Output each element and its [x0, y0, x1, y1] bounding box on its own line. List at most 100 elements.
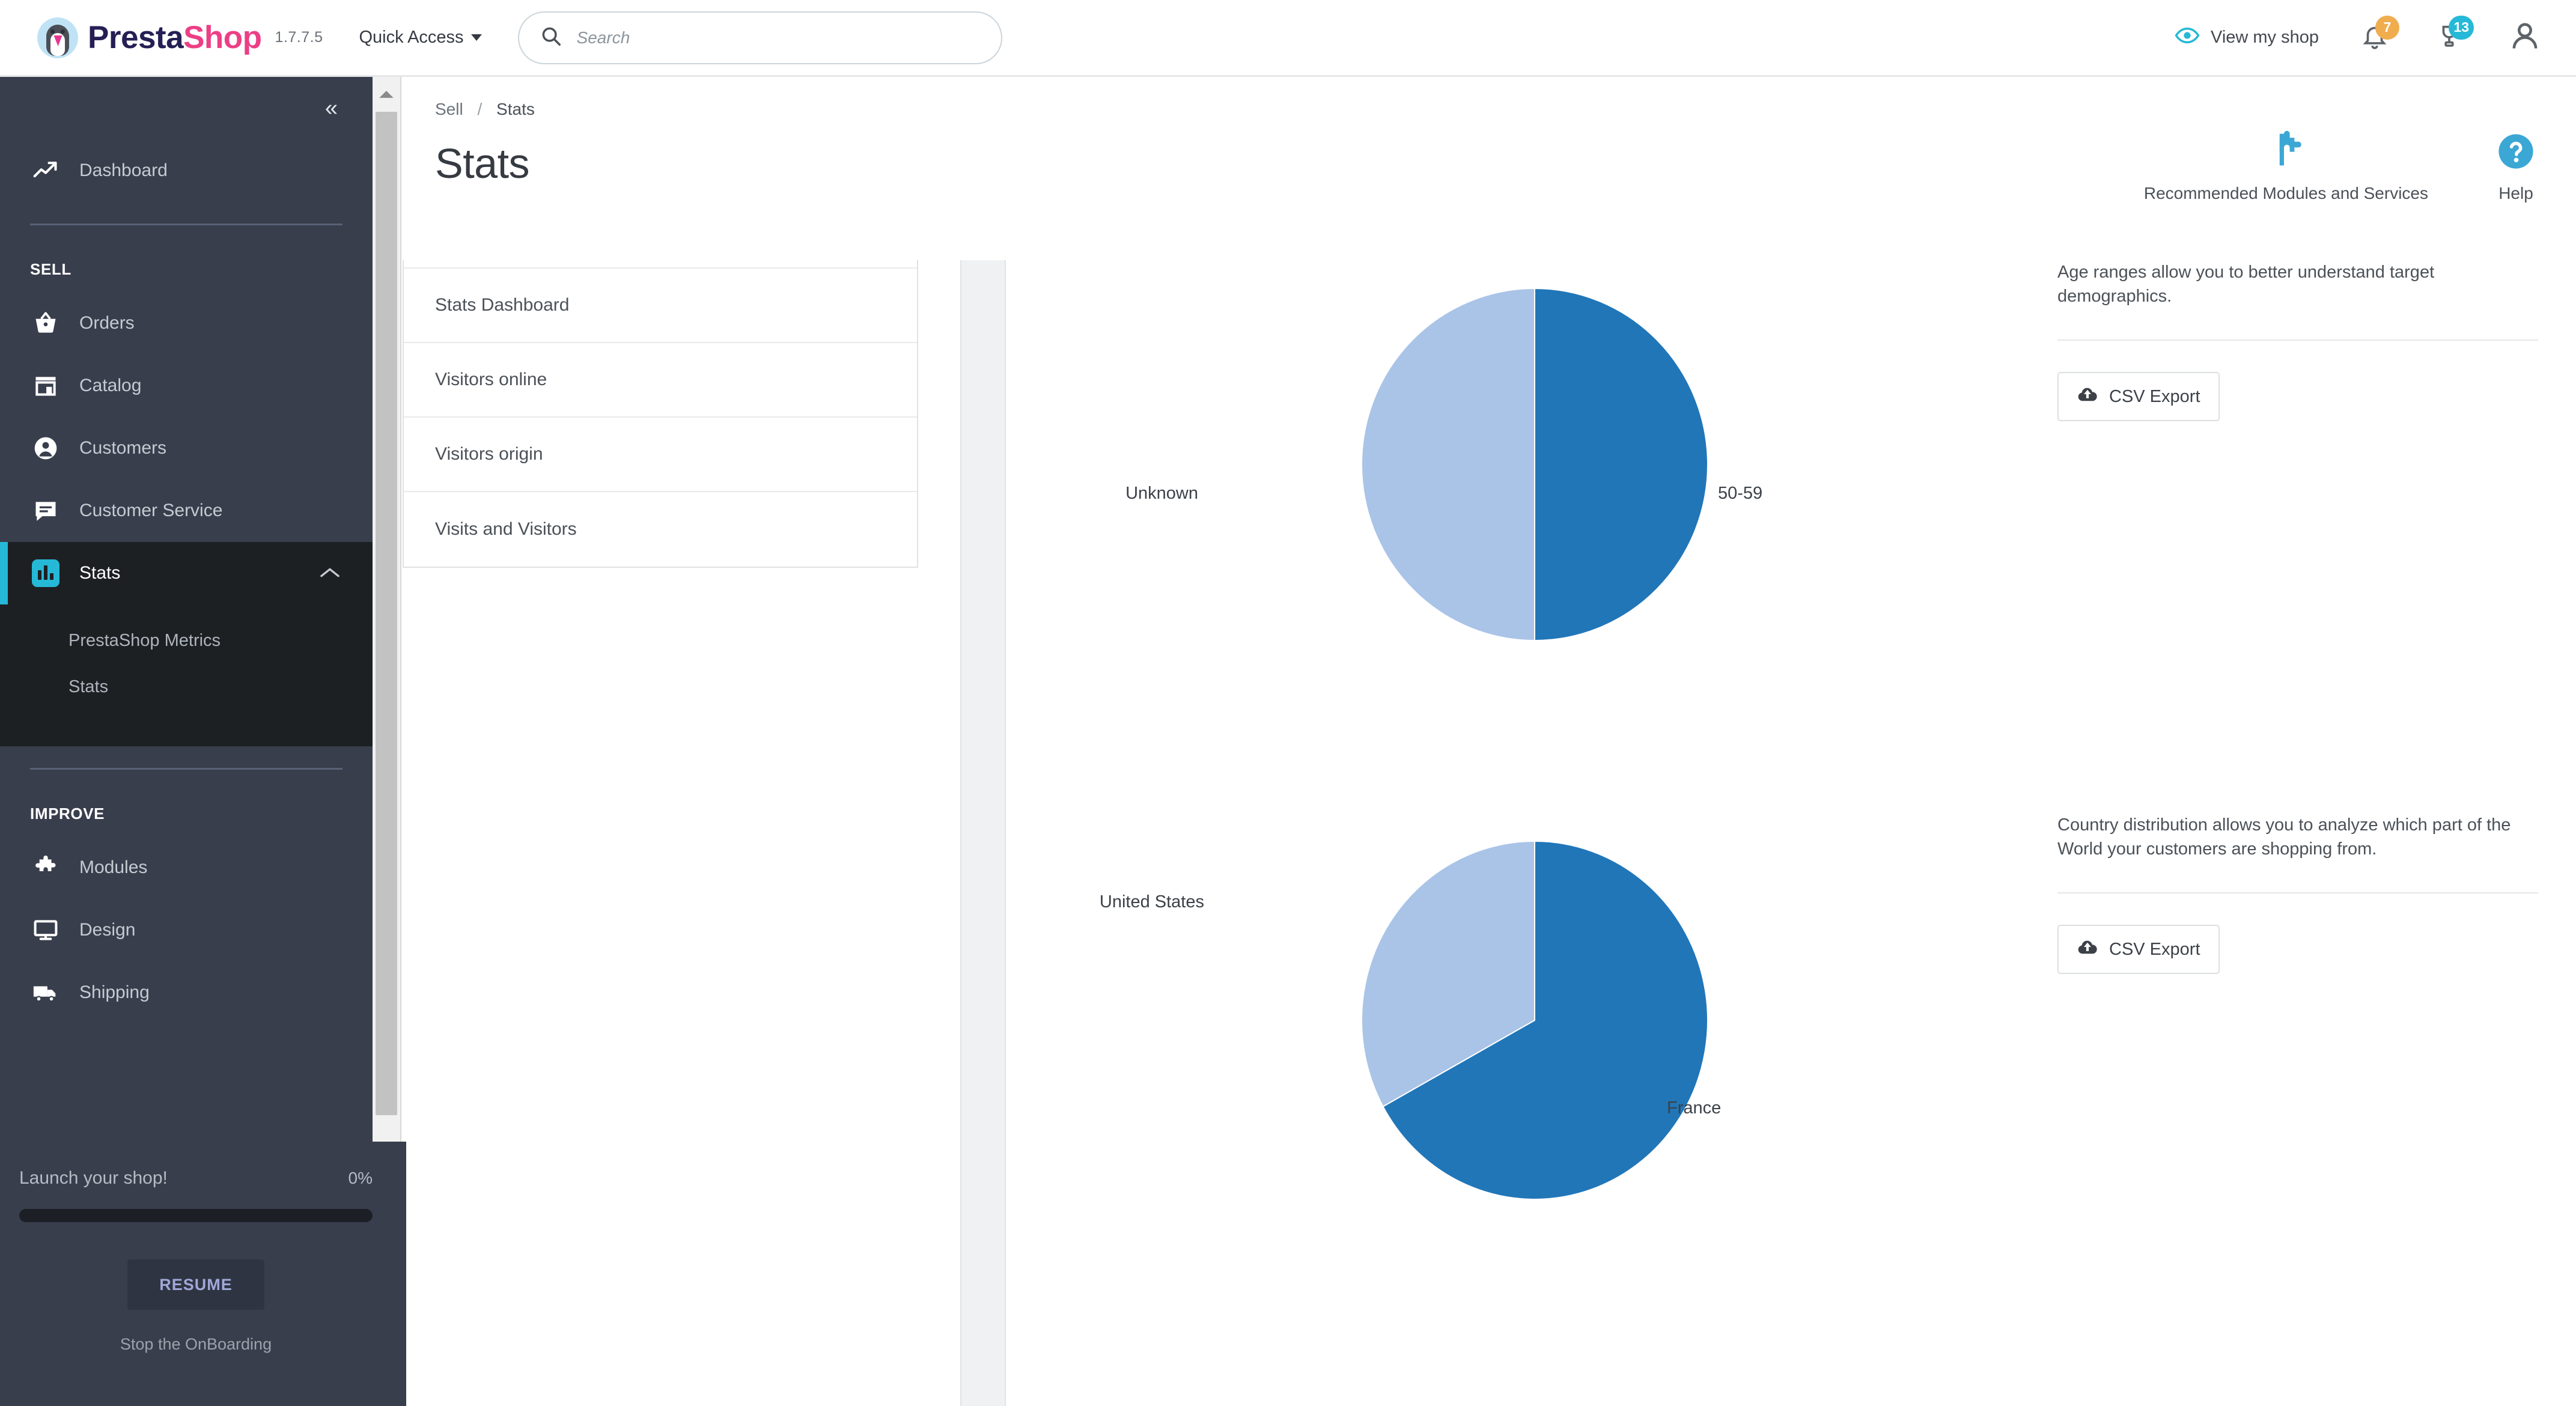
country-pie-svg [1361, 840, 1708, 1200]
chevron-down-icon [470, 34, 482, 41]
stats-nav-cap [404, 260, 917, 269]
orders-badge: 13 [2449, 15, 2474, 40]
store-icon [30, 373, 61, 399]
cloud-upload-icon [2077, 938, 2098, 961]
sidebar-item-orders[interactable]: Orders [0, 292, 373, 355]
sidebar-item-label: Dashboard [79, 160, 168, 180]
sidebar-item-stats[interactable]: Stats [0, 542, 373, 604]
sidebar-item-modules[interactable]: Modules [0, 836, 373, 899]
age-ranges-chart [1360, 287, 1709, 642]
breadcrumb-stats[interactable]: Stats [496, 100, 535, 118]
notifications-badge: 7 [2375, 15, 2399, 40]
sidebar-item-design[interactable]: Design [0, 899, 373, 961]
age-ranges-description-column: Age ranges allow you to better understan… [2057, 260, 2538, 422]
csv-export-button-age[interactable]: CSV Export [2057, 372, 2220, 422]
page-container: Sell / Stats Stats Recommended Modules a… [403, 77, 2576, 1406]
country-distribution-chart [1360, 840, 1709, 1201]
stats-nav-item-visitors-online[interactable]: Visitors online [404, 343, 917, 418]
help-icon [2496, 123, 2536, 180]
stats-nav-item-dashboard[interactable]: Stats Dashboard [404, 269, 917, 343]
eye-icon [2175, 23, 2200, 53]
chat-icon [30, 498, 61, 524]
collapse-sidebar-icon[interactable]: « [325, 97, 338, 120]
search-input[interactable] [576, 28, 981, 47]
search-box[interactable] [517, 11, 1002, 64]
brand-wordmark: PrestaShop [88, 19, 262, 56]
user-avatar-button[interactable] [2507, 19, 2542, 56]
stats-nav-item-visits-and-visitors[interactable]: Visits and Visitors [404, 492, 917, 567]
sidebar-item-dashboard[interactable]: Dashboard [0, 139, 373, 202]
sidebar-section-sell: SELL [30, 260, 72, 278]
pie2-label-left: United States [1099, 892, 1204, 911]
monitor-icon [30, 917, 61, 943]
pie1-label-left: Unknown [1125, 484, 1198, 503]
sidebar-subitem-stats[interactable]: Stats [0, 664, 373, 710]
search-icon [540, 25, 562, 50]
brand-shop: Shop [183, 20, 262, 55]
trending-up-icon [30, 157, 61, 184]
country-description-column: Country distribution allows you to analy… [2057, 813, 2538, 975]
stop-onboarding-link[interactable]: Stop the OnBoarding [19, 1335, 373, 1354]
sidebar-collapse-row: « [0, 77, 373, 139]
sidebar-item-catalog[interactable]: Catalog [0, 355, 373, 417]
notifications-button[interactable]: 7 [2356, 15, 2399, 56]
basket-icon [30, 310, 61, 336]
page-toolbar: Recommended Modules and Services Help [2144, 123, 2552, 203]
pie-slice [1361, 287, 1535, 642]
sidebar-subitem-prestashop-metrics[interactable]: PrestaShop Metrics [0, 618, 373, 664]
pie-slice [1534, 287, 1708, 642]
truck-icon [30, 979, 61, 1006]
quick-access-menu[interactable]: Quick Access [359, 28, 482, 47]
sidebar-item-customers[interactable]: Customers [0, 417, 373, 479]
customer-icon [30, 435, 61, 461]
stats-nav-column: Stats Dashboard Visitors online Visitors… [403, 260, 960, 1406]
version-label: 1.7.7.5 [275, 29, 323, 46]
breadcrumb-separator: / [477, 100, 483, 118]
brand-presta: Presta [88, 20, 184, 55]
cloud-upload-icon [2077, 385, 2098, 408]
top-header: PrestaShop 1.7.7.5 Quick Access View my … [0, 0, 2576, 77]
stats-nav-panel: Stats Dashboard Visitors online Visitors… [403, 260, 918, 568]
sidebar-item-customer-service[interactable]: Customer Service [0, 479, 373, 542]
orders-notifications-button[interactable]: 13 [2431, 15, 2474, 56]
help-button[interactable]: Help [2480, 123, 2552, 203]
sidebar-submenu-stats: PrestaShop Metrics Stats [0, 604, 373, 746]
prestashop-logo[interactable]: PrestaShop [37, 17, 262, 58]
puzzle-icon [30, 854, 61, 881]
resume-button[interactable]: RESUME [127, 1259, 264, 1310]
sidebar-section-improve: IMPROVE [30, 805, 105, 823]
onboarding-progress-bar [19, 1209, 373, 1222]
age-ranges-description: Age ranges allow you to better understan… [2057, 263, 2435, 306]
sidebar-item-label: Modules [79, 857, 148, 877]
divider [2057, 892, 2538, 894]
onboarding-title: Launch your shop! [19, 1168, 168, 1188]
header-actions: View my shop 7 13 [2175, 15, 2576, 56]
chevron-up-icon[interactable] [320, 564, 340, 583]
bar-chart-icon [30, 559, 61, 587]
sidebar-item-label: Customer Service [79, 501, 223, 520]
pie2-label-right: France [1667, 1098, 1722, 1118]
divider [2057, 339, 2538, 341]
sidebar-item-label: Design [79, 920, 136, 940]
view-my-shop-button[interactable]: View my shop [2175, 23, 2319, 53]
sidebar-item-label: Shipping [79, 982, 150, 1002]
recommended-modules-button[interactable]: Recommended Modules and Services [2144, 123, 2428, 203]
breadcrumb-sell[interactable]: Sell [435, 100, 463, 118]
sidebar-item-shipping[interactable]: Shipping [0, 961, 373, 1024]
sidebar-item-label: Customers [79, 438, 167, 458]
quick-access-label: Quick Access [359, 28, 464, 47]
csv-export-label: CSV Export [2109, 386, 2200, 406]
country-description: Country distribution allows you to analy… [2057, 815, 2511, 859]
puzzle-icon [2264, 123, 2307, 180]
breadcrumb: Sell / Stats [403, 77, 2576, 119]
scrollbar-thumb[interactable] [376, 112, 397, 1115]
sidebar-item-label: Orders [79, 313, 135, 333]
stats-nav-item-visitors-origin[interactable]: Visitors origin [404, 418, 917, 492]
view-my-shop-label: View my shop [2211, 28, 2319, 47]
csv-export-button-country[interactable]: CSV Export [2057, 925, 2220, 975]
help-label: Help [2498, 184, 2533, 202]
scroll-up-arrow-icon[interactable] [373, 77, 400, 112]
sidebar-item-label: Stats [79, 563, 121, 583]
sidebar-item-label: Catalog [79, 376, 142, 395]
onboarding-percent: 0% [348, 1169, 373, 1187]
